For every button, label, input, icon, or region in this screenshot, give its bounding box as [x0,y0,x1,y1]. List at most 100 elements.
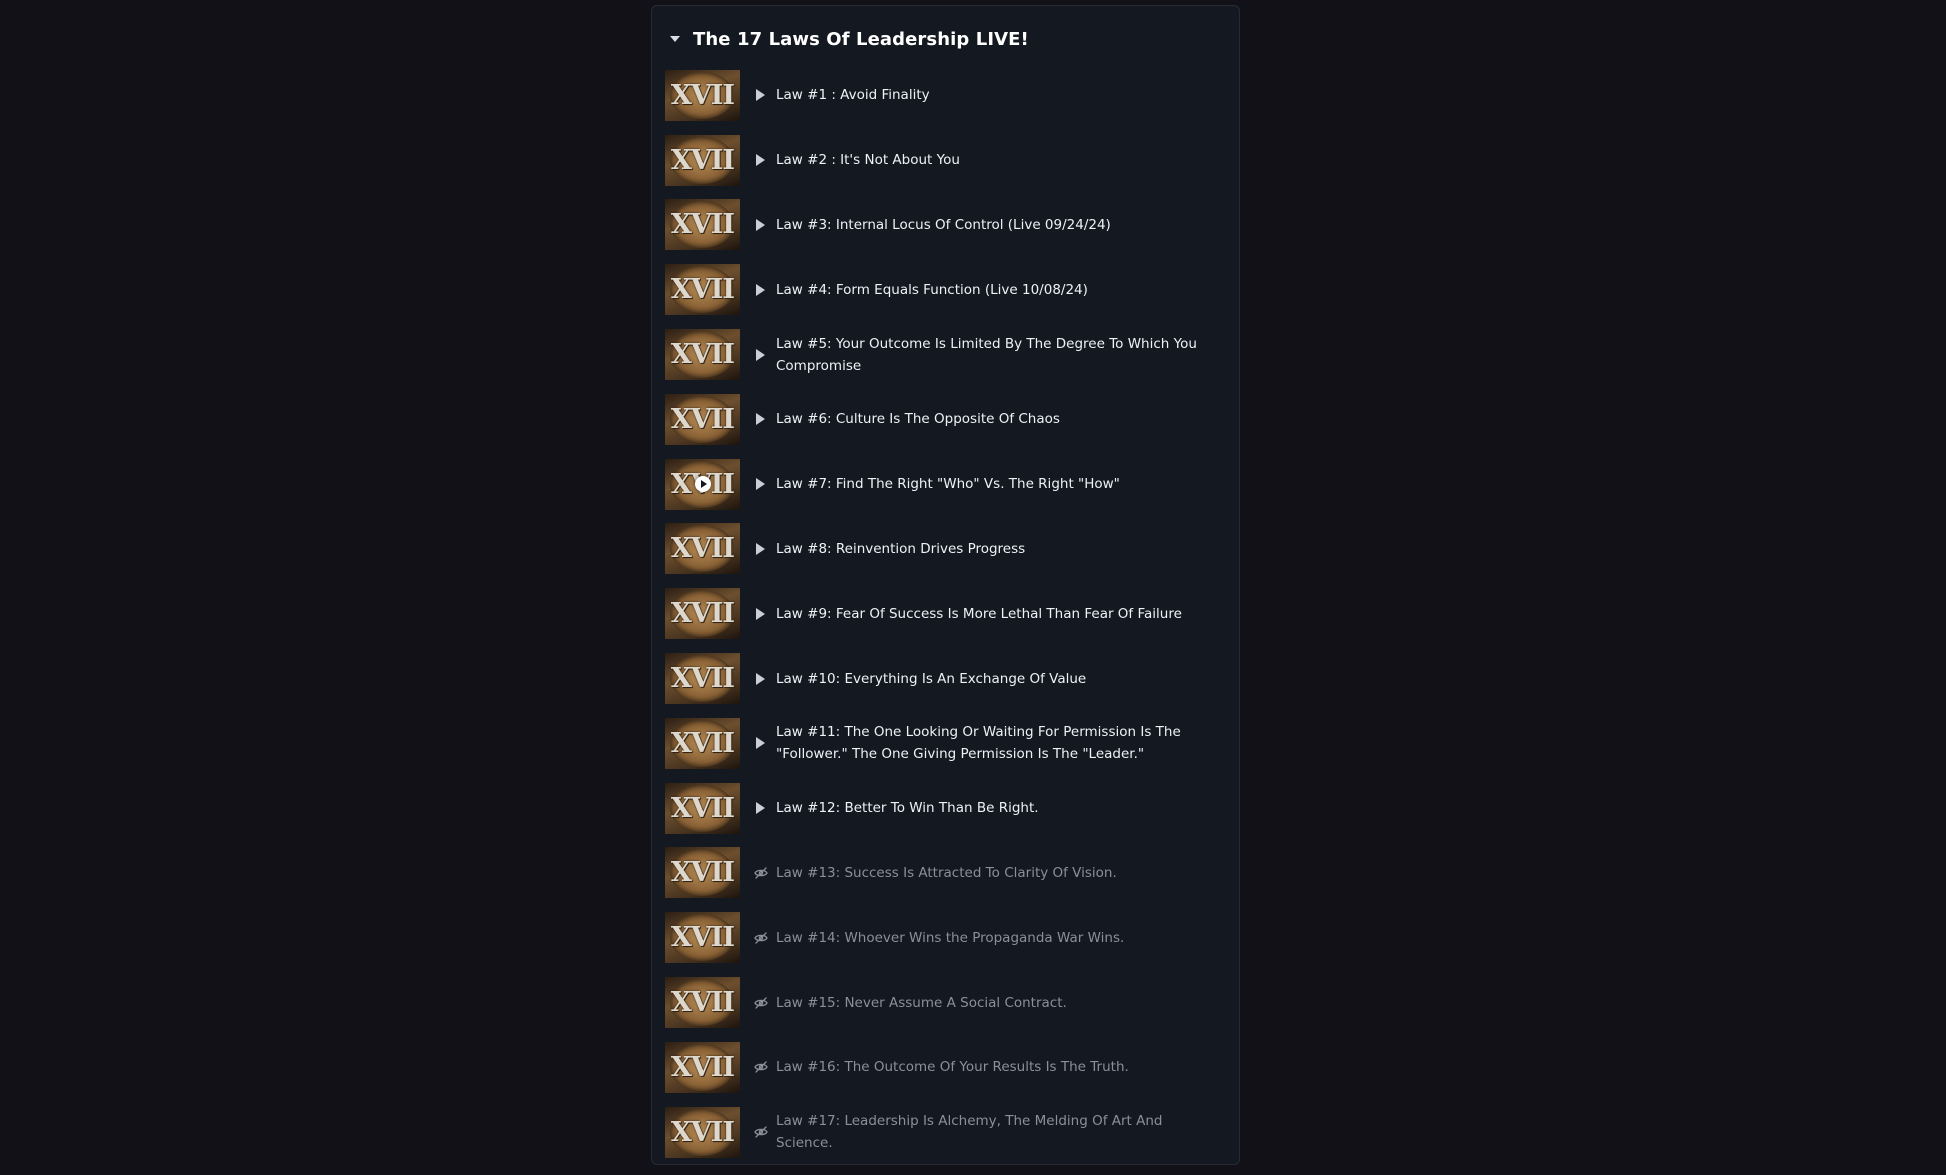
eye-off-icon [754,932,774,944]
lesson-thumbnail[interactable]: XVII [665,1041,740,1093]
play-icon [754,283,774,296]
thumbnail-numeral: XVII [670,857,735,889]
play-icon [754,607,774,620]
lesson-title: Law #4: Form Equals Function (Live 10/08… [776,281,1088,298]
lesson-title: Law #3: Internal Locus Of Control (Live … [776,216,1111,233]
lesson-thumbnail[interactable]: XVII [665,1106,740,1158]
play-icon [754,737,774,750]
lesson-title: Law #13: Success Is Attracted To Clarity… [776,864,1117,881]
lesson-title: Law #6: Culture Is The Opposite Of Chaos [776,411,1060,428]
lesson-thumbnail[interactable]: XVII [665,588,740,640]
thumbnail-numeral: XVII [670,1051,735,1083]
eye-off-icon [754,996,774,1009]
eye-off-icon [754,1126,774,1138]
lesson-thumbnail[interactable]: XVII [665,912,740,964]
section-header[interactable]: The 17 Laws Of Leadership LIVE! [668,26,1029,52]
lesson-item[interactable]: XVII Law #15: Never Assume A Social Contr… [665,970,1227,1035]
lesson-title: Law #1 : Avoid Finality [776,87,930,104]
lesson-title: Law #2 : It's Not About You [776,152,960,169]
play-icon [754,478,774,491]
lesson-thumbnail[interactable]: XVII [665,199,740,251]
thumbnail-numeral: XVII [670,274,735,306]
lesson-title: Law #12: Better To Win Than Be Right. [776,800,1039,817]
section-title: The 17 Laws Of Leadership LIVE! [693,28,1029,50]
lesson-item[interactable]: XVII Law #9: Fear Of Success Is More Leth… [665,581,1227,646]
lesson-item[interactable]: XVII Law #11: The One Looking Or Waiting … [665,711,1227,776]
lesson-title: Law #9: Fear Of Success Is More Lethal T… [776,605,1182,622]
play-triangle [756,607,765,620]
lesson-thumbnail[interactable]: XVII [665,977,740,1029]
play-triangle [756,413,765,426]
lesson-item[interactable]: XVII Law #17: Leadership Is Alchemy, The … [665,1100,1227,1165]
play-icon [754,672,774,685]
play-triangle [756,89,765,102]
play-icon [754,413,774,426]
lesson-item[interactable]: XVII Law #12: Better To Win Than Be Right… [665,776,1227,841]
play-circle-icon[interactable] [695,475,711,492]
lesson-item[interactable]: XVII Law #14: Whoever Wins the Propaganda… [665,905,1227,970]
play-icon [754,542,774,555]
eye-off-icon [754,1061,774,1073]
thumbnail-numeral: XVII [670,403,735,435]
play-icon [754,218,774,231]
lesson-title: Law #17: Leadership Is Alchemy, The Meld… [776,1113,1163,1152]
play-triangle [756,154,765,167]
play-triangle [756,672,765,685]
lesson-item[interactable]: XVII Law #4: Form Equals Function (Live 1… [665,257,1227,322]
eye-off-icon [754,867,774,879]
lesson-thumbnail[interactable]: XVII [665,458,740,510]
play-triangle [756,348,765,361]
thumbnail-numeral: XVII [670,727,735,759]
lesson-thumbnail[interactable]: XVII [665,653,740,705]
play-triangle [756,283,765,296]
thumbnail-numeral: XVII [670,209,735,241]
lesson-title: Law #11: The One Looking Or Waiting For … [776,724,1181,763]
lesson-title: Law #7: Find The Right "Who" Vs. The Rig… [776,476,1120,493]
play-triangle [756,737,765,750]
lesson-thumbnail[interactable]: XVII [665,329,740,381]
lesson-item[interactable]: XVII Law #5: Your Outcome Is Limited By T… [665,322,1227,387]
lesson-thumbnail[interactable]: XVII [665,847,740,899]
thumbnail-numeral: XVII [670,987,735,1019]
lesson-title: Law #16: The Outcome Of Your Results Is … [776,1059,1129,1076]
lesson-thumbnail[interactable]: XVII [665,264,740,316]
lesson-thumbnail[interactable]: XVII [665,782,740,834]
thumbnail-numeral: XVII [670,533,735,565]
lesson-title: Law #5: Your Outcome Is Limited By The D… [776,335,1197,374]
lesson-thumbnail[interactable]: XVII [665,393,740,445]
thumbnail-numeral: XVII [670,339,735,371]
lesson-item[interactable]: XVII Law #10: Everything Is An Exchange O… [665,646,1227,711]
lesson-item[interactable]: XVII Law #8: Reinvention Drives Progress [665,517,1227,582]
lesson-item[interactable]: XVII Law #3: Internal Locus Of Control (L… [665,193,1227,258]
thumbnail-numeral: XVII [670,598,735,630]
lesson-thumbnail[interactable]: XVII [665,134,740,186]
lesson-title: Law #8: Reinvention Drives Progress [776,540,1026,557]
lesson-item[interactable]: XVII Law #7: Find The Right "Who" Vs. The… [665,452,1227,517]
caret-down-icon[interactable] [670,36,680,42]
thumbnail-numeral: XVII [670,79,735,111]
lesson-item[interactable]: XVII Law #16: The Outcome Of Your Results… [665,1035,1227,1100]
thumbnail-numeral: XVII [670,922,735,954]
lesson-thumbnail[interactable]: XVII [665,717,740,769]
play-triangle [756,218,765,231]
play-triangle [756,542,765,555]
play-triangle [756,478,765,491]
lesson-title: Law #14: Whoever Wins the Propaganda War… [776,929,1125,946]
lesson-title: Law #10: Everything Is An Exchange Of Va… [776,670,1087,687]
lesson-item[interactable]: XVII Law #6: Culture Is The Opposite Of C… [665,387,1227,452]
lesson-thumbnail[interactable]: XVII [665,69,740,121]
thumbnail-numeral: XVII [670,663,735,695]
lesson-item[interactable]: XVII Law #13: Success Is Attracted To Cla… [665,841,1227,906]
course-section-panel: The 17 Laws Of Leadership LIVE! XVII Law … [651,5,1240,1165]
lesson-list: XVII Law #1 : Avoid Finality XVII Law #2 : … [665,63,1227,1165]
play-icon [754,348,774,361]
lesson-item[interactable]: XVII Law #1 : Avoid Finality [665,63,1227,128]
lesson-item[interactable]: XVII Law #2 : It's Not About You [665,128,1227,193]
lesson-title: Law #15: Never Assume A Social Contract. [776,994,1067,1011]
thumbnail-numeral: XVII [670,1116,735,1148]
lesson-thumbnail[interactable]: XVII [665,523,740,575]
thumbnail-numeral: XVII [670,144,735,176]
thumbnail-numeral: XVII [670,792,735,824]
play-icon [754,802,774,815]
play-icon [754,89,774,102]
